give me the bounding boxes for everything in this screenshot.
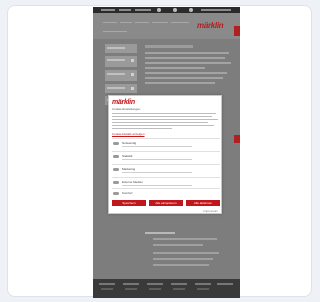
cart-icon[interactable] (189, 8, 193, 12)
option-label: Externe Medien (122, 180, 144, 184)
cookie-details-link[interactable]: Cookie-Details anzeigen (112, 132, 145, 136)
toggle-switch[interactable] (113, 181, 119, 184)
footer-link[interactable] (147, 283, 163, 285)
option-description (122, 185, 192, 186)
plus-icon (131, 87, 134, 90)
option-label: Komfort (122, 191, 133, 195)
option-description (122, 146, 192, 147)
sidebar-item[interactable] (105, 56, 137, 67)
cookie-option[interactable]: Komfort (112, 188, 220, 198)
text-line (145, 57, 225, 59)
toggle-switch[interactable] (113, 142, 119, 145)
option-label: Notwendig (122, 141, 137, 145)
nav-item[interactable] (103, 22, 117, 23)
cookie-consent-dialog: märklin Cookie-Einstellungen Cookie-Deta… (108, 95, 222, 214)
breadcrumb[interactable] (103, 31, 127, 32)
main-content (145, 43, 233, 87)
nav-item[interactable] (135, 22, 149, 23)
footer-link[interactable] (149, 288, 161, 290)
footer-link[interactable] (173, 288, 185, 290)
footer-link[interactable] (99, 283, 115, 285)
cookie-option[interactable]: Marketing (112, 164, 220, 176)
plus-icon (131, 73, 134, 76)
site-logo[interactable]: märklin (197, 21, 224, 30)
imprint-link[interactable]: Impressum (203, 209, 218, 213)
search-icon[interactable] (157, 8, 161, 12)
footer-link[interactable] (171, 283, 187, 285)
text-line (145, 77, 223, 79)
dialog-heading: Cookie-Einstellungen (112, 107, 141, 111)
save-button[interactable]: Speichern (112, 200, 146, 206)
dialog-logo: märklin (112, 99, 135, 106)
page-title-placeholder (145, 45, 193, 48)
topbar-link[interactable] (201, 9, 231, 11)
accept-all-button[interactable]: Alle akzeptieren (149, 200, 183, 206)
toggle-switch[interactable] (113, 168, 119, 171)
topbar-link[interactable] (119, 9, 131, 11)
sidebar-item[interactable] (105, 70, 137, 81)
side-tab[interactable] (234, 26, 240, 36)
dialog-text-line (112, 125, 214, 126)
plus-icon (131, 59, 134, 62)
nav-item[interactable] (120, 22, 132, 23)
dialog-text-line (112, 113, 216, 114)
option-label: Statistik (122, 154, 133, 158)
toggle-switch[interactable] (113, 155, 119, 158)
text-line (145, 62, 231, 64)
footer-link[interactable] (125, 288, 137, 290)
nav-item[interactable] (152, 22, 168, 23)
footer-link[interactable] (195, 283, 211, 285)
reject-all-button[interactable]: Alle ablehnen (186, 200, 220, 206)
footer-link[interactable] (101, 288, 113, 290)
option-description (122, 159, 192, 160)
text-line (153, 264, 209, 266)
page-footer (93, 279, 240, 298)
dialog-text-line (112, 122, 208, 123)
text-line (153, 258, 213, 260)
toggle-switch[interactable] (113, 192, 119, 195)
text-line (153, 238, 217, 240)
lower-content (145, 232, 219, 270)
option-label: Marketing (122, 167, 136, 171)
cookie-option[interactable]: Notwendig (112, 138, 220, 150)
topbar-link[interactable] (135, 9, 151, 11)
text-line (145, 72, 227, 74)
cookie-option[interactable]: Statistik (112, 151, 220, 163)
text-line (153, 244, 203, 246)
dialog-text-line (112, 116, 212, 117)
footer-link[interactable] (217, 283, 233, 285)
dialog-text-line (112, 128, 172, 129)
text-line (145, 82, 215, 84)
sidebar-item[interactable] (105, 84, 137, 93)
text-line (145, 52, 229, 54)
text-line (145, 232, 175, 234)
option-description (122, 172, 192, 173)
text-line (153, 252, 219, 254)
text-line (145, 67, 205, 69)
main-navigation: märklin (93, 13, 240, 39)
sidebar-item[interactable] (105, 44, 137, 53)
account-icon[interactable] (173, 8, 177, 12)
topbar-link[interactable] (101, 9, 115, 11)
footer-link[interactable] (123, 283, 139, 285)
dialog-buttons: Speichern Alle akzeptieren Alle ablehnen (112, 200, 220, 207)
nav-item[interactable] (171, 22, 189, 23)
footer-link[interactable] (197, 288, 209, 290)
feedback-tab[interactable] (234, 135, 240, 143)
dialog-text-line (112, 119, 218, 120)
